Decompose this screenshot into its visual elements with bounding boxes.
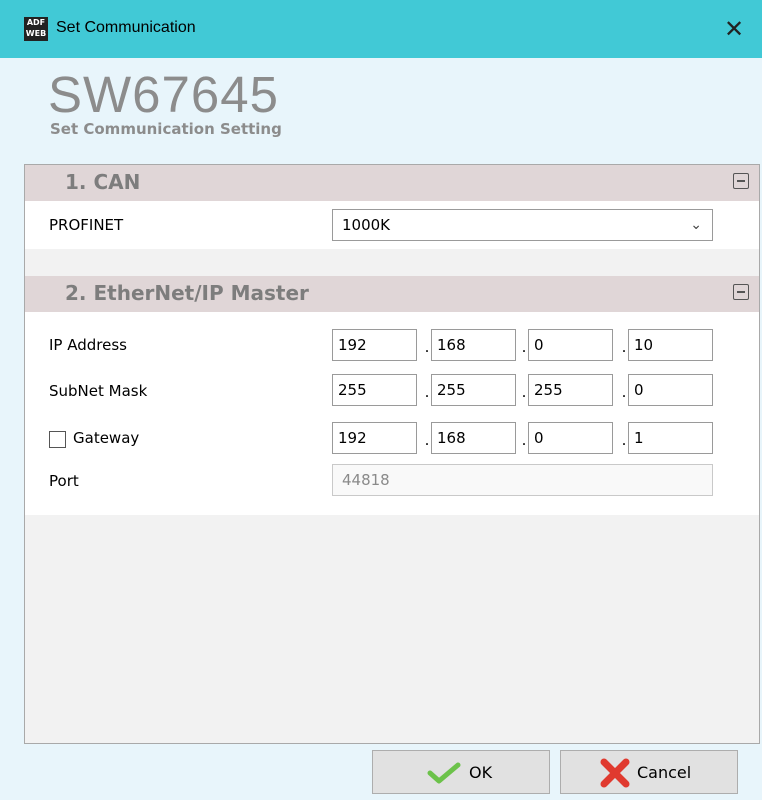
profinet-label: PROFINET bbox=[49, 216, 124, 234]
gateway-octet-3[interactable]: 0 bbox=[528, 422, 613, 454]
profinet-baudrate-select[interactable]: 1000K ⌄ bbox=[332, 209, 713, 241]
section-header-can[interactable]: 1. CAN bbox=[25, 165, 759, 201]
gateway-checkbox[interactable] bbox=[49, 431, 66, 448]
ip-address-octet-1[interactable]: 192 bbox=[332, 329, 417, 361]
subnet-mask-label: SubNet Mask bbox=[49, 382, 148, 400]
ip-address-octet-4[interactable]: 10 bbox=[628, 329, 713, 361]
subnet-mask-octet-2[interactable]: 255 bbox=[431, 374, 516, 406]
dot-separator: . bbox=[424, 431, 430, 449]
port-field: 44818 bbox=[332, 464, 713, 496]
port-label: Port bbox=[49, 472, 79, 490]
ip-address-octet-2[interactable]: 168 bbox=[431, 329, 516, 361]
gateway-octet-4[interactable]: 1 bbox=[628, 422, 713, 454]
section-title: 2. EtherNet/IP Master bbox=[65, 281, 309, 305]
dot-separator: . bbox=[521, 383, 527, 401]
button-bar: OK Cancel bbox=[24, 744, 762, 800]
ip-address-octet-3[interactable]: 0 bbox=[528, 329, 613, 361]
adfweb-logo-icon: ADF WEB bbox=[24, 17, 48, 41]
ok-label: OK bbox=[469, 763, 493, 782]
gateway-octet-1[interactable]: 192 bbox=[332, 422, 417, 454]
cancel-x-icon bbox=[600, 758, 630, 788]
dot-separator: . bbox=[424, 383, 430, 401]
dot-separator: . bbox=[521, 338, 527, 356]
section-body-can: PROFINET 1000K ⌄ bbox=[25, 201, 759, 249]
dot-separator: . bbox=[621, 431, 627, 449]
settings-panel: 1. CAN PROFINET 1000K ⌄ 2. EtherNet/IP M… bbox=[24, 164, 760, 744]
chevron-down-icon: ⌄ bbox=[690, 217, 702, 233]
gateway-octet-2[interactable]: 168 bbox=[431, 422, 516, 454]
set-communication-window: ADF WEB Set Communication ✕ SW67645 Set C… bbox=[0, 0, 762, 800]
collapse-icon[interactable] bbox=[733, 173, 749, 189]
dot-separator: . bbox=[621, 338, 627, 356]
title-bar[interactable]: ADF WEB Set Communication ✕ bbox=[0, 0, 762, 58]
collapse-icon[interactable] bbox=[733, 284, 749, 300]
page-subtitle: Set Communication Setting bbox=[50, 120, 282, 138]
product-code: SW67645 bbox=[48, 66, 279, 123]
ip-address-label: IP Address bbox=[49, 336, 127, 354]
checkmark-icon bbox=[427, 762, 461, 784]
window-title: Set Communication bbox=[56, 19, 196, 36]
subnet-mask-octet-1[interactable]: 255 bbox=[332, 374, 417, 406]
section-body-ethernet-ip: IP Address 192 . 168 . 0 . 10 SubNet Mas… bbox=[25, 312, 759, 515]
section-title: 1. CAN bbox=[65, 170, 141, 194]
section-header-ethernet-ip[interactable]: 2. EtherNet/IP Master bbox=[25, 276, 759, 312]
ok-button[interactable]: OK bbox=[372, 750, 550, 794]
subnet-mask-octet-3[interactable]: 255 bbox=[528, 374, 613, 406]
gateway-label: Gateway bbox=[73, 429, 140, 447]
dot-separator: . bbox=[621, 383, 627, 401]
close-icon: ✕ bbox=[723, 15, 745, 43]
cancel-button[interactable]: Cancel bbox=[560, 750, 738, 794]
dot-separator: . bbox=[521, 431, 527, 449]
header-panel: SW67645 Set Communication Setting bbox=[24, 58, 762, 164]
port-value: 44818 bbox=[342, 471, 390, 489]
close-button[interactable]: ✕ bbox=[715, 12, 753, 46]
cancel-label: Cancel bbox=[637, 763, 692, 782]
dot-separator: . bbox=[424, 338, 430, 356]
select-value: 1000K bbox=[342, 216, 391, 234]
subnet-mask-octet-4[interactable]: 0 bbox=[628, 374, 713, 406]
